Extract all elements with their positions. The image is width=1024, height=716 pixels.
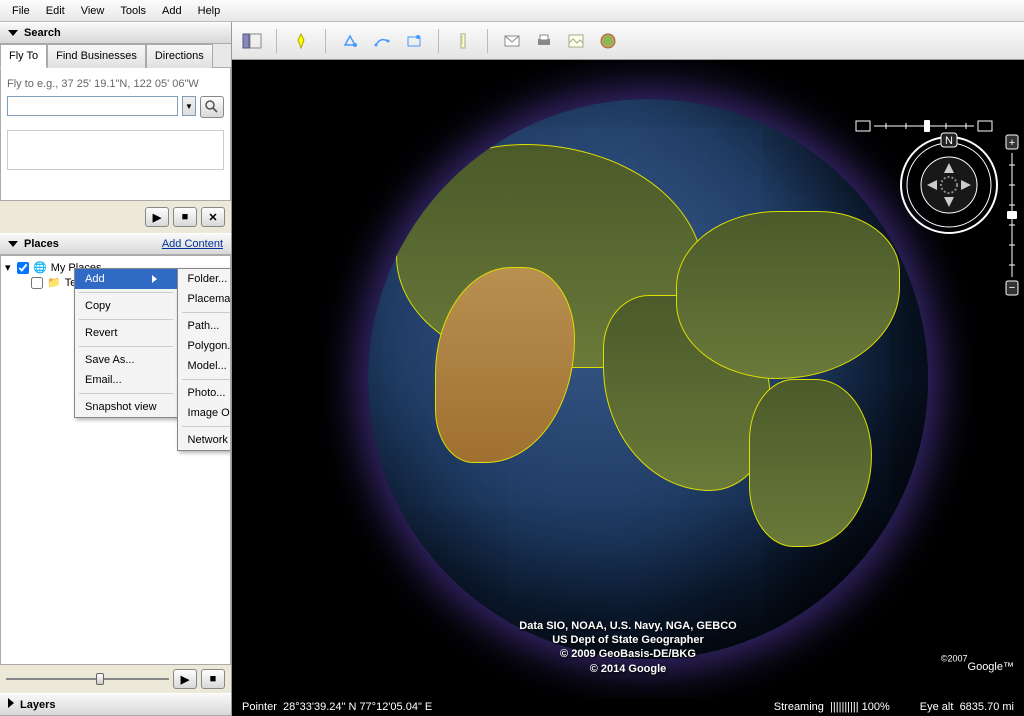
checkbox-myplaces[interactable] <box>17 262 29 274</box>
folder-icon: 📁 <box>47 276 61 289</box>
add-submenu: Folder...Ctrl+Shift+N Placemark...Ctrl+S… <box>177 268 231 451</box>
context-menu: Add Copy Revert Save As... Email... Snap… <box>74 268 178 418</box>
add-content-link[interactable]: Add Content <box>162 238 223 250</box>
tab-flyto[interactable]: Fly To <box>0 44 47 68</box>
toolbar <box>232 22 1024 60</box>
layers-panel-header[interactable]: Layers <box>0 693 231 716</box>
search-icon <box>205 100 219 114</box>
sub-photo[interactable]: Photo... <box>178 383 231 403</box>
search-button[interactable] <box>200 96 224 118</box>
play-button[interactable]: ▶ <box>145 207 169 227</box>
svg-text:−: − <box>1009 282 1015 294</box>
menu-view[interactable]: View <box>73 3 113 19</box>
tour-play-button[interactable]: ▶ <box>173 669 197 689</box>
svg-text:+: + <box>1009 137 1015 149</box>
statusbar: Pointer 28°33'39.24" N 77°12'05.04" E St… <box>232 698 1024 716</box>
places-panel-header[interactable]: Places Add Content <box>0 233 231 255</box>
pointer-coords: 28°33'39.24" N 77°12'05.04" E <box>283 701 432 713</box>
search-input[interactable] <box>7 96 178 116</box>
streaming-progress: |||||||||| 100% <box>830 701 890 713</box>
history-dropdown[interactable]: ▼ <box>182 96 196 116</box>
sub-folder[interactable]: Folder...Ctrl+Shift+N <box>178 269 231 289</box>
sub-polygon[interactable]: Polygon...Ctrl+Shift+G <box>178 336 231 356</box>
collapse-icon <box>8 30 18 36</box>
sub-path[interactable]: Path...Ctrl+Shift+T <box>178 316 231 336</box>
google-logo: ©2007Google™ <box>941 650 1014 676</box>
ctx-revert[interactable]: Revert <box>75 323 177 343</box>
layers-title: Layers <box>20 699 55 711</box>
tour-stop-button[interactable]: ■ <box>201 669 225 689</box>
save-image-button[interactable] <box>562 28 590 54</box>
checkbox-temp[interactable] <box>31 277 43 289</box>
ctx-email[interactable]: Email... <box>75 370 177 390</box>
eye-alt: 6835.70 mi <box>960 701 1014 713</box>
hide-sidebar-button[interactable] <box>238 28 266 54</box>
ctx-snapshot[interactable]: Snapshot view <box>75 397 177 417</box>
clear-button[interactable]: ✕ <box>201 207 225 227</box>
submenu-arrow-icon <box>152 275 157 283</box>
ctx-copy[interactable]: Copy <box>75 296 177 316</box>
globe-viewport[interactable]: N + − Data SIO, NOAA <box>232 60 1024 698</box>
earth-globe <box>368 99 928 659</box>
zoom-slider[interactable]: + − <box>1004 135 1020 295</box>
attribution: Data SIO, NOAA, U.S. Navy, NGA, GEBCO US… <box>519 619 736 676</box>
menu-add[interactable]: Add <box>154 3 190 19</box>
opacity-slider[interactable] <box>6 671 169 687</box>
view-in-maps-button[interactable] <box>594 28 622 54</box>
sunlight-slider[interactable] <box>856 118 996 134</box>
svg-text:N: N <box>945 135 953 147</box>
menu-file[interactable]: File <box>4 3 38 19</box>
places-tree[interactable]: ▾ 🌐 My Places 📁 Temporary Places Add Cop… <box>0 255 231 665</box>
sidebar: Search Fly To Find Businesses Directions… <box>0 22 232 716</box>
streaming-label: Streaming <box>774 701 824 713</box>
expand-icon <box>8 698 14 708</box>
menubar: File Edit View Tools Add Help <box>0 0 1024 22</box>
places-title: Places <box>24 238 59 250</box>
ruler-button[interactable] <box>449 28 477 54</box>
pointer-label: Pointer <box>242 701 277 713</box>
sub-overlay[interactable]: Image Overlay...Ctrl+Shift+O <box>178 403 231 423</box>
nav-compass[interactable]: N <box>899 135 999 235</box>
polygon-button[interactable] <box>336 28 364 54</box>
globe-icon: 🌐 <box>33 261 47 274</box>
sub-placemark[interactable]: Placemark...Ctrl+Shift+P <box>178 289 231 309</box>
menu-help[interactable]: Help <box>190 3 229 19</box>
print-button[interactable] <box>530 28 558 54</box>
menu-edit[interactable]: Edit <box>38 3 73 19</box>
collapse-icon <box>8 241 18 247</box>
ctx-add[interactable]: Add <box>75 269 177 289</box>
email-button[interactable] <box>498 28 526 54</box>
tab-directions[interactable]: Directions <box>146 44 213 68</box>
menu-tools[interactable]: Tools <box>112 3 154 19</box>
search-panel-header[interactable]: Search <box>0 22 231 44</box>
tab-businesses[interactable]: Find Businesses <box>47 44 146 68</box>
placemark-button[interactable] <box>287 28 315 54</box>
overlay-button[interactable] <box>400 28 428 54</box>
ctx-saveas[interactable]: Save As... <box>75 350 177 370</box>
search-hint: Fly to e.g., 37 25' 19.1"N, 122 05' 06"W <box>7 78 224 90</box>
path-button[interactable] <box>368 28 396 54</box>
sub-model[interactable]: Model...Ctrl+Shift+M <box>178 356 231 376</box>
sub-netlink[interactable]: Network Link... <box>178 430 231 450</box>
eye-label: Eye alt <box>920 701 954 713</box>
search-title: Search <box>24 27 61 39</box>
stop-button[interactable]: ■ <box>173 207 197 227</box>
